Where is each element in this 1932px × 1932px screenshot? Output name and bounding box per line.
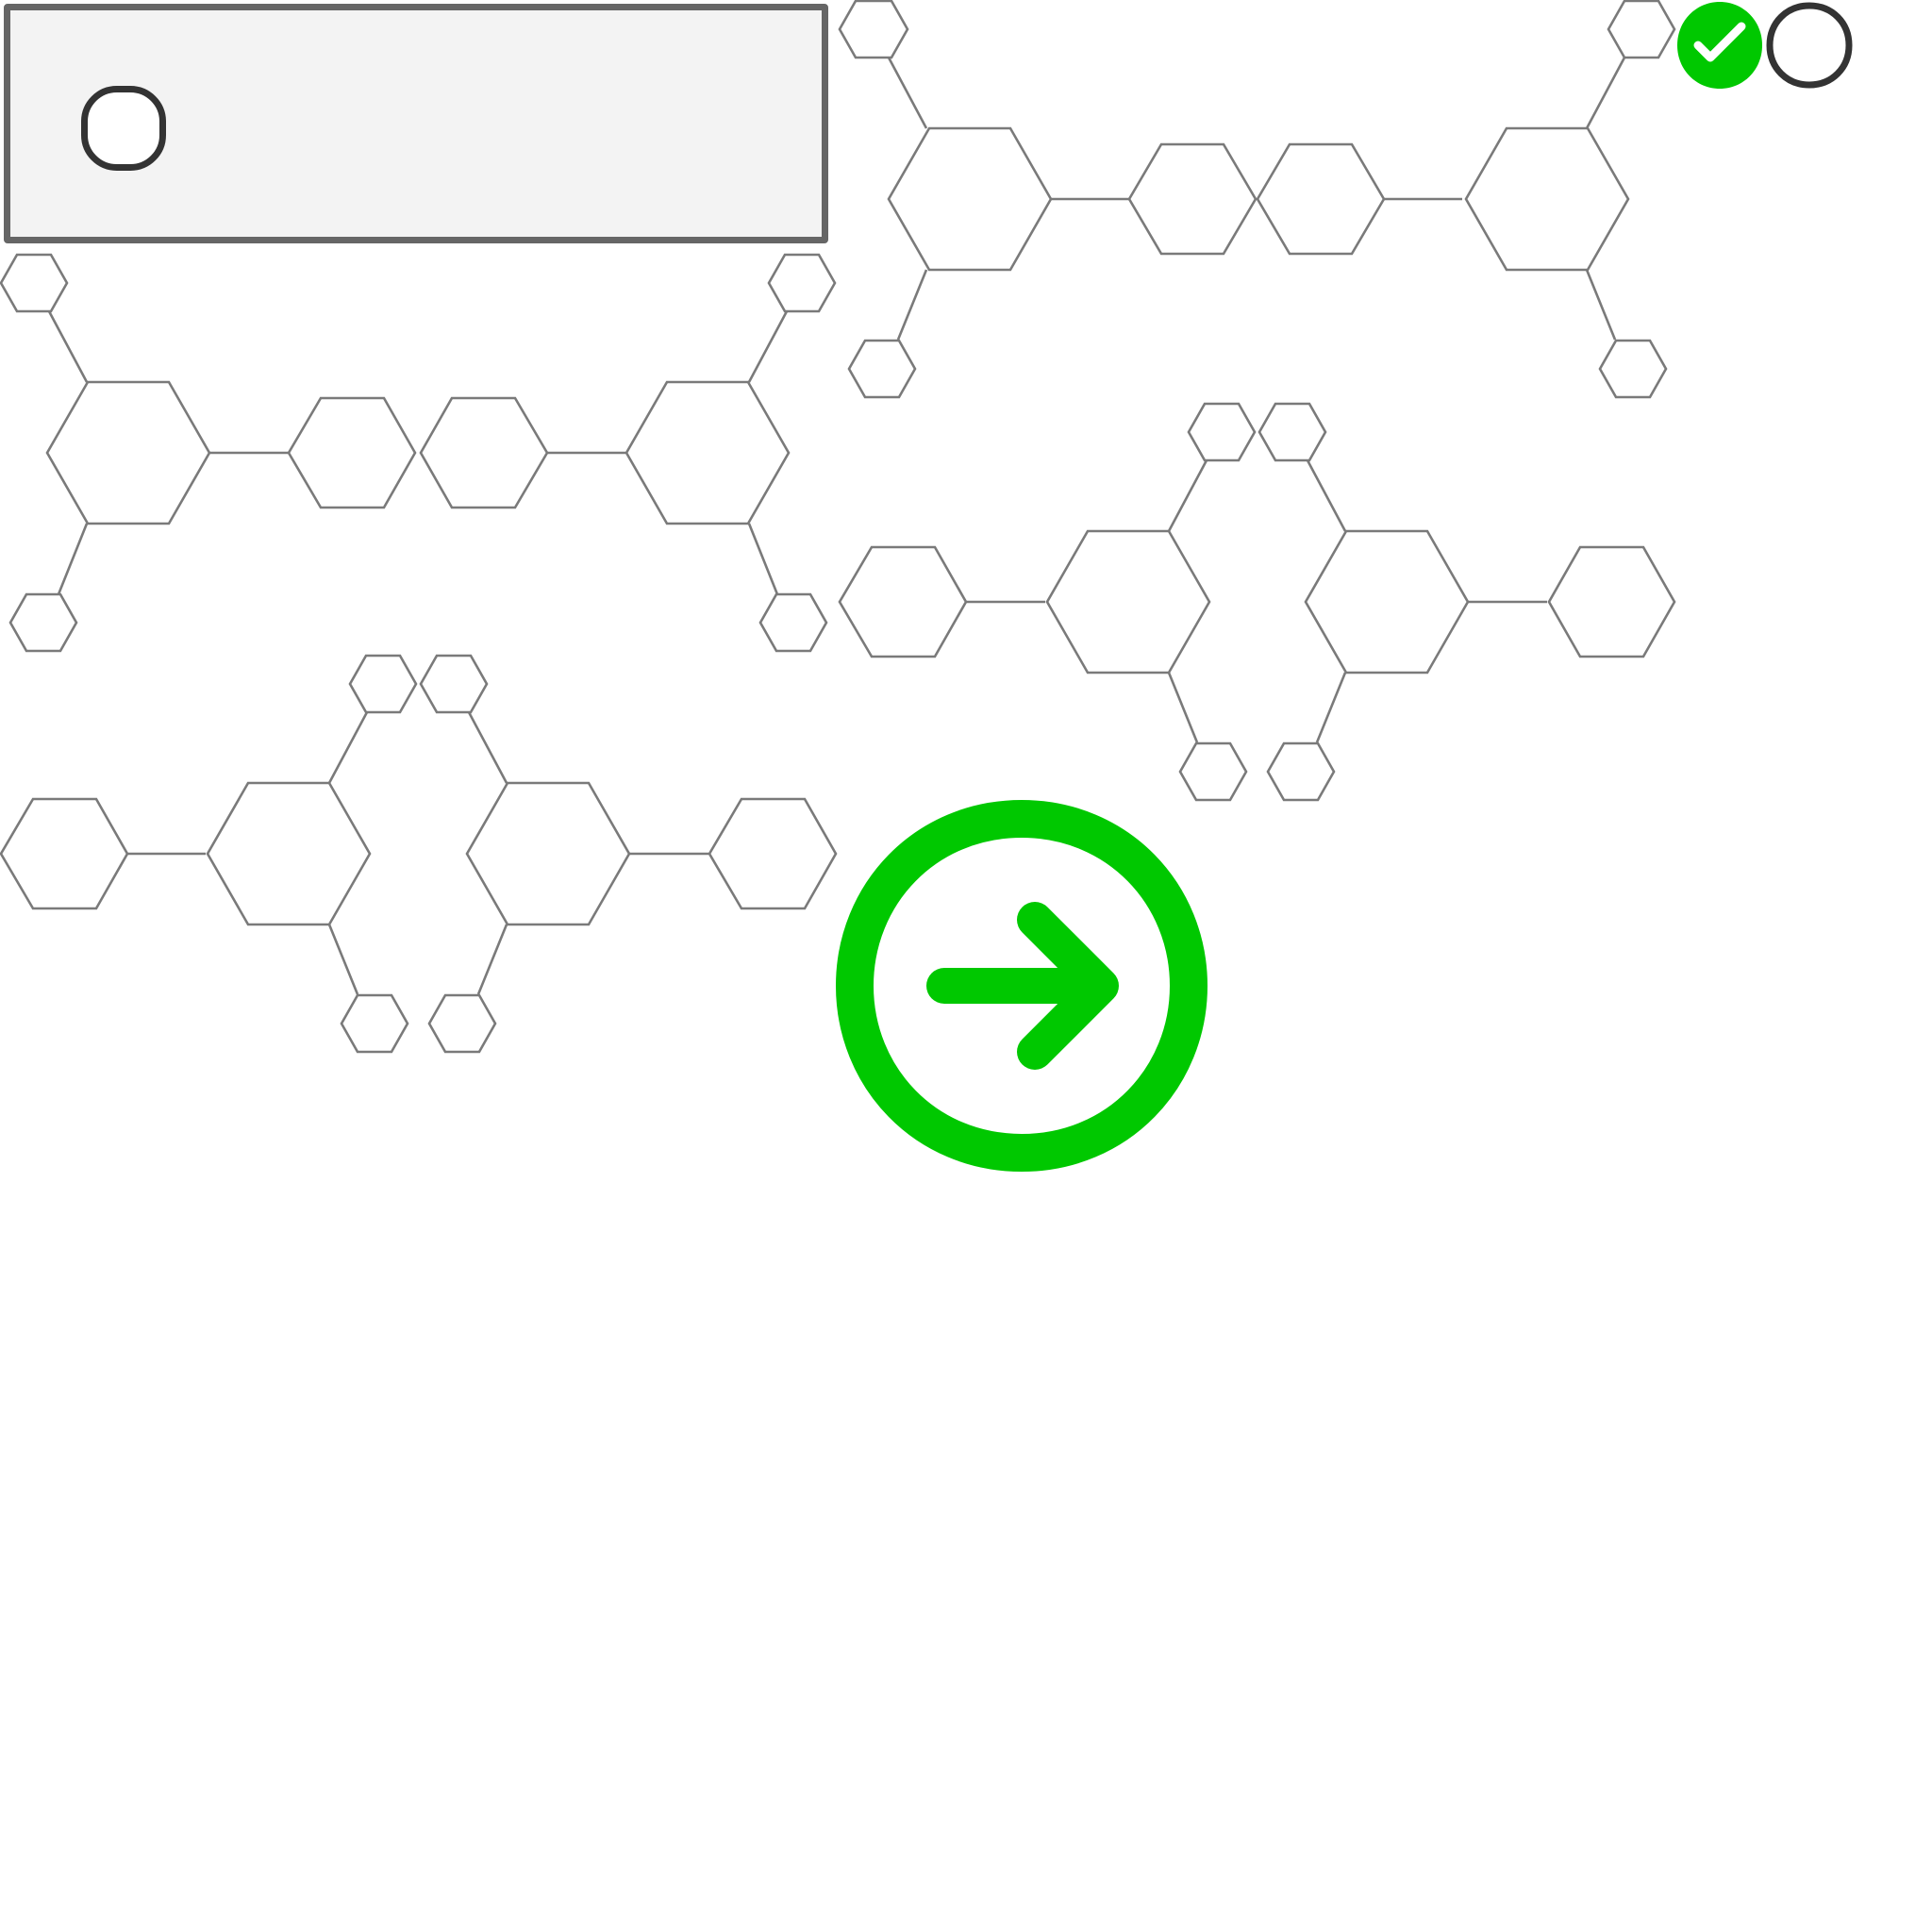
empty-circle-icon [1764, 0, 1855, 91]
arrow-right-circle-icon [836, 800, 1208, 1172]
molecule-diagram [838, 0, 1676, 399]
answer-option-card[interactable] [4, 4, 828, 243]
molecule-diagram [838, 402, 1676, 802]
check-circle-icon [1674, 0, 1765, 91]
next-button[interactable] [836, 800, 1208, 1172]
molecule-diagram [0, 253, 837, 653]
molecule-diagram [0, 654, 838, 1054]
option-radio-button[interactable] [81, 86, 166, 171]
